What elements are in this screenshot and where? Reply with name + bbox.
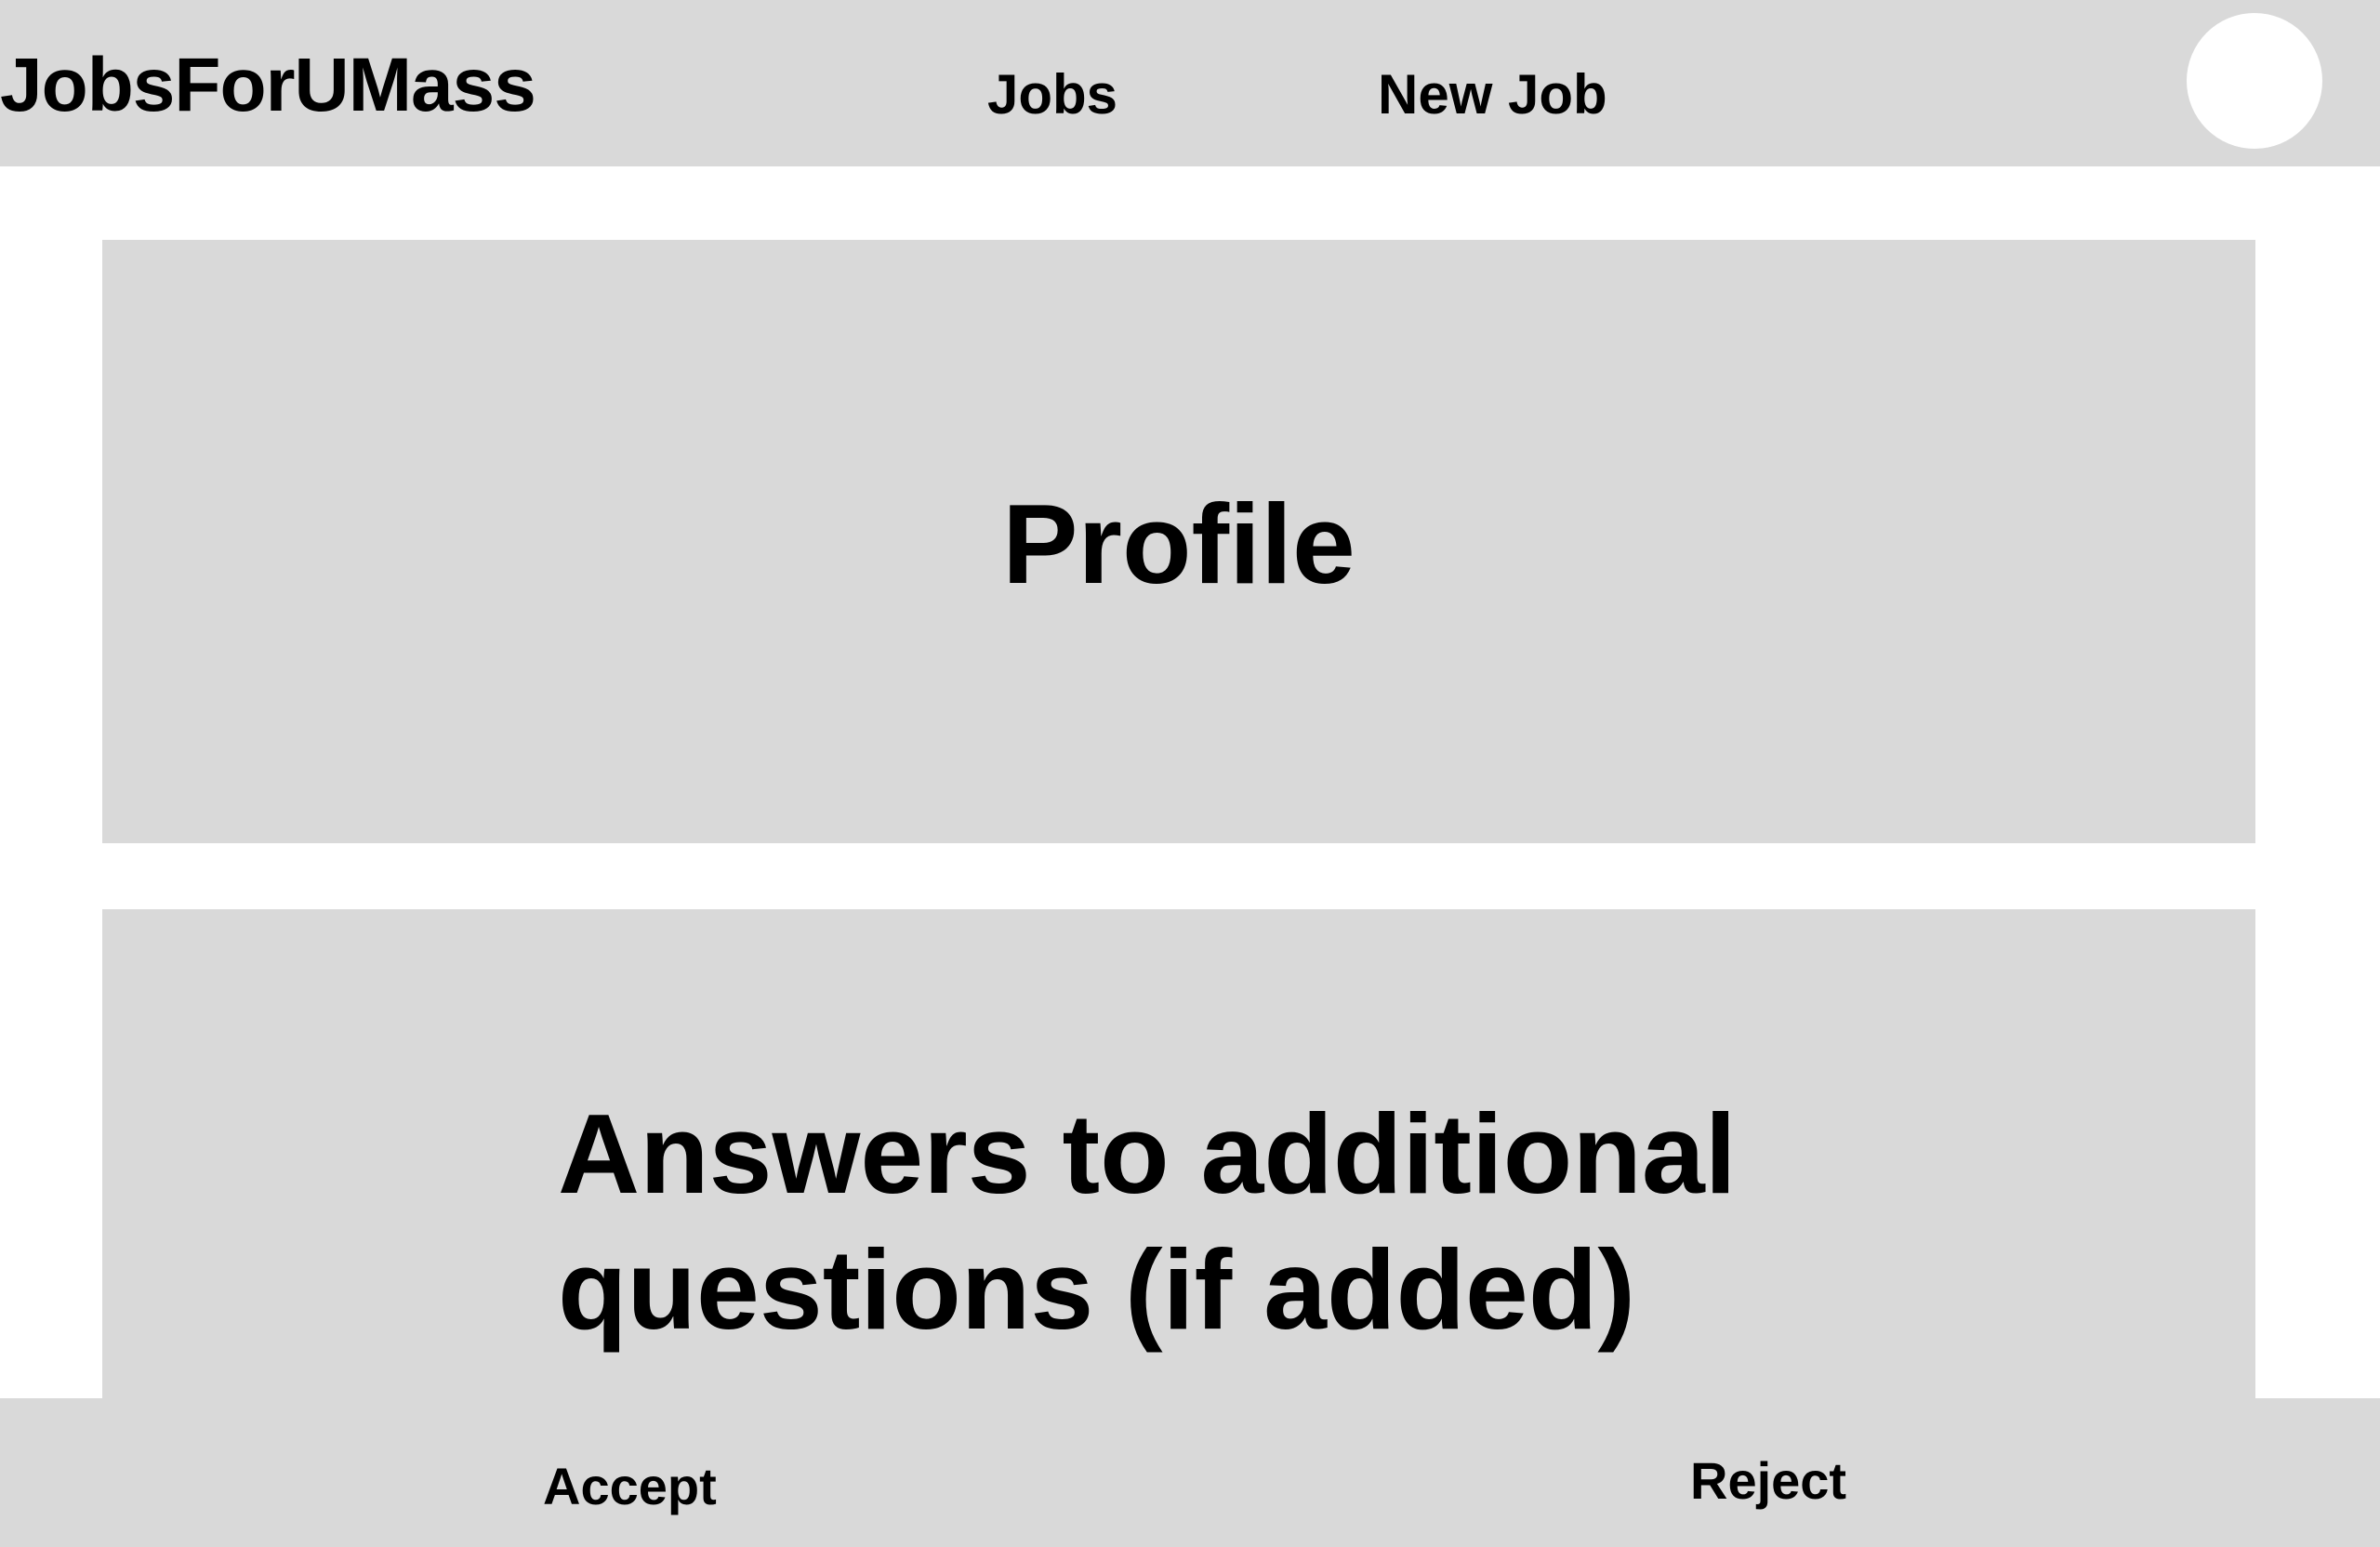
action-bar: Accept Reject xyxy=(0,1398,2380,1547)
profile-panel-title: Profile xyxy=(1002,481,1355,607)
reject-button[interactable]: Reject xyxy=(1690,1448,1846,1514)
avatar[interactable] xyxy=(2187,13,2322,149)
accept-button[interactable]: Accept xyxy=(543,1454,717,1519)
profile-panel: Profile xyxy=(102,240,2255,843)
brand-logo-text[interactable]: JobsForUMass xyxy=(0,39,536,132)
nav-link-new-job[interactable]: New Job xyxy=(1378,58,1607,132)
top-navigation-bar: JobsForUMass Jobs New Job xyxy=(0,0,2380,166)
answers-panel: Answers to additional questions (if adde… xyxy=(102,909,2255,1476)
nav-link-jobs[interactable]: Jobs xyxy=(987,58,1117,132)
answers-panel-title: Answers to additional questions (if adde… xyxy=(558,1091,1737,1353)
